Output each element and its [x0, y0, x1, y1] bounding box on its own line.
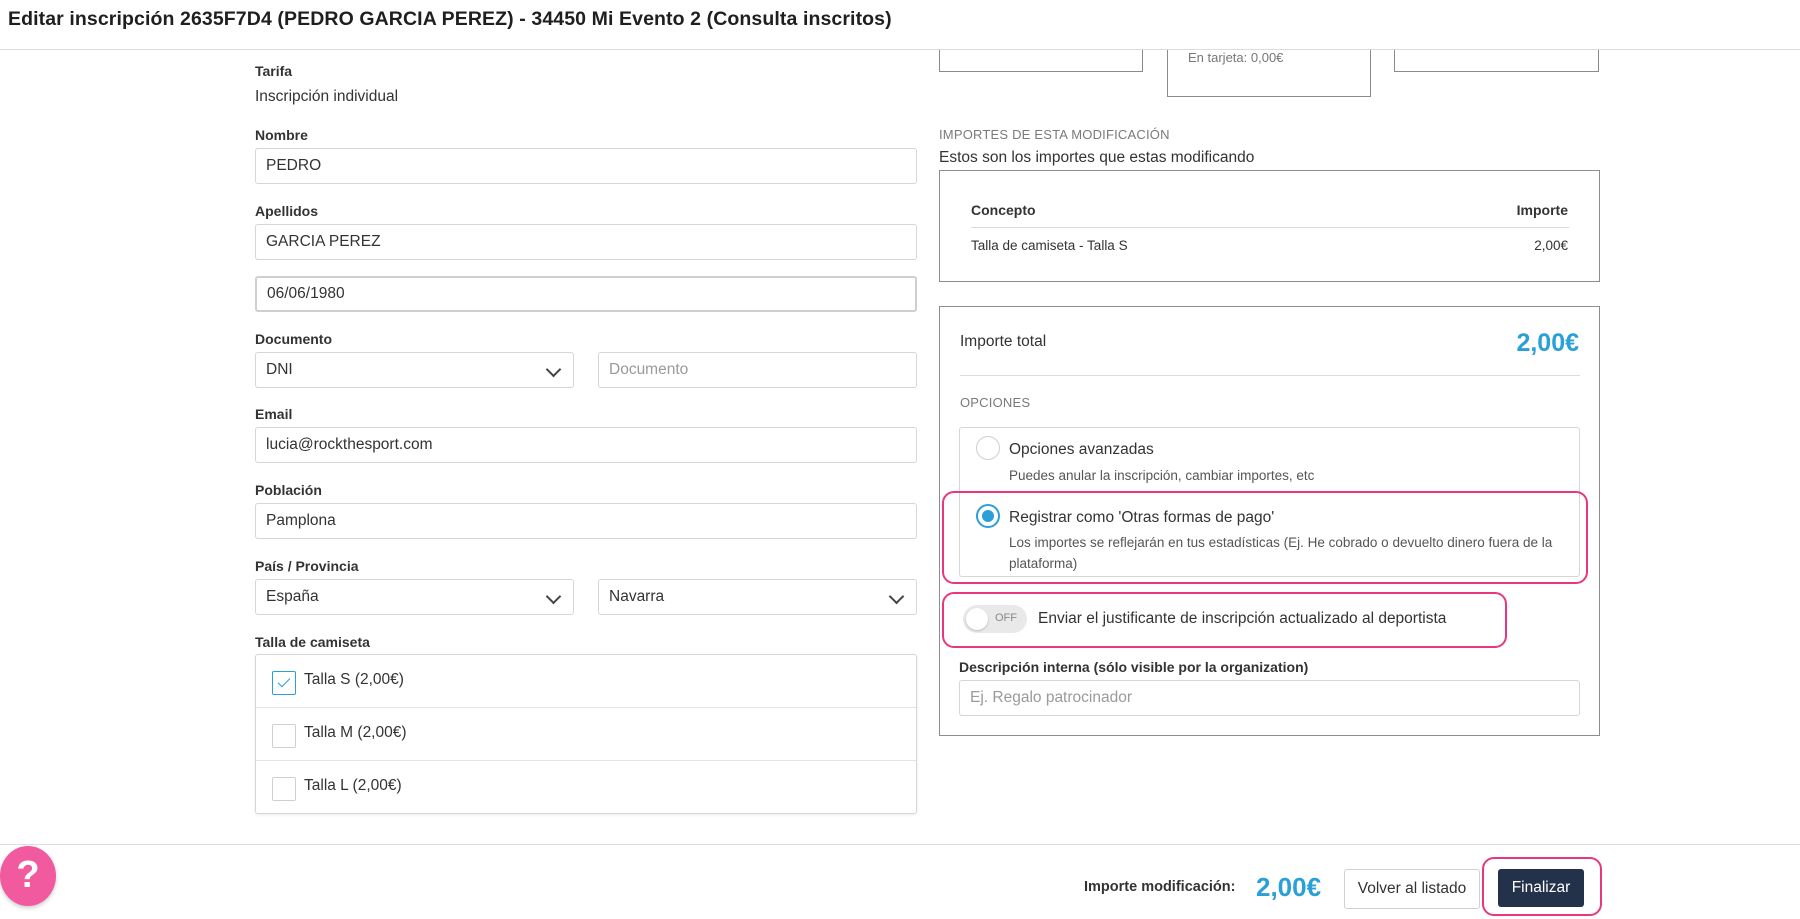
pais-provincia-label: País / Provincia [255, 558, 359, 574]
importes-section-title: IMPORTES DE ESTA MODIFICACIÓN [939, 127, 1170, 142]
question-icon: ? [16, 854, 40, 896]
tarjeta-amount: En tarjeta: 0,00€ [1188, 50, 1284, 65]
descripcion-input[interactable]: Ej. Regalo patrocinador [959, 680, 1580, 716]
talla-checklist: Talla S (2,00€) Talla M (2,00€) Talla L … [255, 654, 917, 814]
total-label: Importe total [960, 333, 1047, 350]
chevron-down-icon [545, 588, 562, 605]
documento-type-value: DNI [266, 361, 293, 378]
col-importe: Importe [1516, 202, 1568, 218]
provincia-value: Navarra [609, 588, 665, 605]
summary-card [1394, 50, 1599, 72]
page-header: Editar inscripción 2635F7D4 (PEDRO GARCI… [0, 0, 1800, 50]
talla-option-l[interactable]: Talla L (2,00€) [256, 761, 916, 814]
help-button[interactable]: ? [0, 846, 56, 906]
footer-amount: 2,00€ [1256, 872, 1322, 902]
documento-label: Documento [255, 331, 332, 347]
pais-select[interactable]: España [255, 579, 574, 615]
highlight-frame [942, 491, 1588, 584]
talla-option-label: Talla L (2,00€) [304, 777, 402, 794]
opciones-title: OPCIONES [960, 395, 1031, 410]
documento-input[interactable]: Documento [598, 352, 917, 388]
divider [960, 375, 1580, 376]
table-cell-concepto: Talla de camiseta - Talla S [971, 238, 1128, 253]
talla-option-label: Talla S (2,00€) [304, 671, 404, 688]
col-concepto: Concepto [971, 202, 1036, 218]
poblacion-label: Población [255, 482, 322, 498]
nombre-label: Nombre [255, 127, 308, 143]
apellidos-label: Apellidos [255, 203, 319, 219]
talla-option-m[interactable]: Talla M (2,00€) [256, 708, 916, 761]
apellidos-input[interactable]: GARCIA PEREZ [255, 224, 917, 260]
talla-option-label: Talla M (2,00€) [304, 724, 407, 741]
highlight-frame [942, 592, 1507, 648]
provincia-select[interactable]: Navarra [598, 579, 917, 615]
option-title: Opciones avanzadas [1009, 441, 1154, 458]
pais-value: España [266, 588, 319, 605]
email-input[interactable]: lucia@rockthesport.com [255, 427, 917, 463]
back-to-list-button[interactable]: Volver al listado [1344, 869, 1480, 909]
chevron-down-icon [545, 361, 562, 378]
poblacion-input[interactable]: Pamplona [255, 503, 917, 539]
talla-option-s[interactable]: Talla S (2,00€) [256, 655, 916, 708]
footer-amount-label: Importe modificación: [1084, 879, 1236, 895]
documento-type-select[interactable]: DNI [255, 352, 574, 388]
descripcion-label: Descripción interna (sólo visible por la… [959, 659, 1309, 675]
option-desc: Puedes anular la inscripción, cambiar im… [1009, 468, 1315, 483]
highlight-frame [1482, 857, 1602, 916]
chevron-down-icon [888, 588, 905, 605]
footer-divider [0, 844, 1800, 845]
nombre-input[interactable]: PEDRO [255, 148, 917, 184]
tarifa-value: Inscripción individual [255, 88, 399, 105]
importes-table: Concepto Importe Talla de camiseta - Tal… [939, 170, 1600, 282]
table-cell-importe: 2,00€ [1534, 238, 1568, 253]
summary-card: En tarjeta: 0,00€ [1167, 50, 1371, 97]
tarifa-label: Tarifa [255, 63, 293, 79]
email-label: Email [255, 406, 293, 422]
importes-subtitle: Estos son los importes que estas modific… [939, 149, 1255, 166]
birthdate-input[interactable]: 06/06/1980 [255, 276, 917, 312]
checkbox-icon[interactable] [272, 777, 296, 801]
checkbox-checked-icon[interactable] [272, 671, 296, 695]
divider [971, 227, 1569, 228]
talla-label: Talla de camiseta [255, 634, 370, 650]
total-amount: 2,00€ [1516, 329, 1579, 357]
page-title: Editar inscripción 2635F7D4 (PEDRO GARCI… [8, 8, 892, 30]
checkbox-icon[interactable] [272, 724, 296, 748]
summary-card [939, 50, 1143, 72]
radio-icon[interactable] [976, 436, 1000, 460]
